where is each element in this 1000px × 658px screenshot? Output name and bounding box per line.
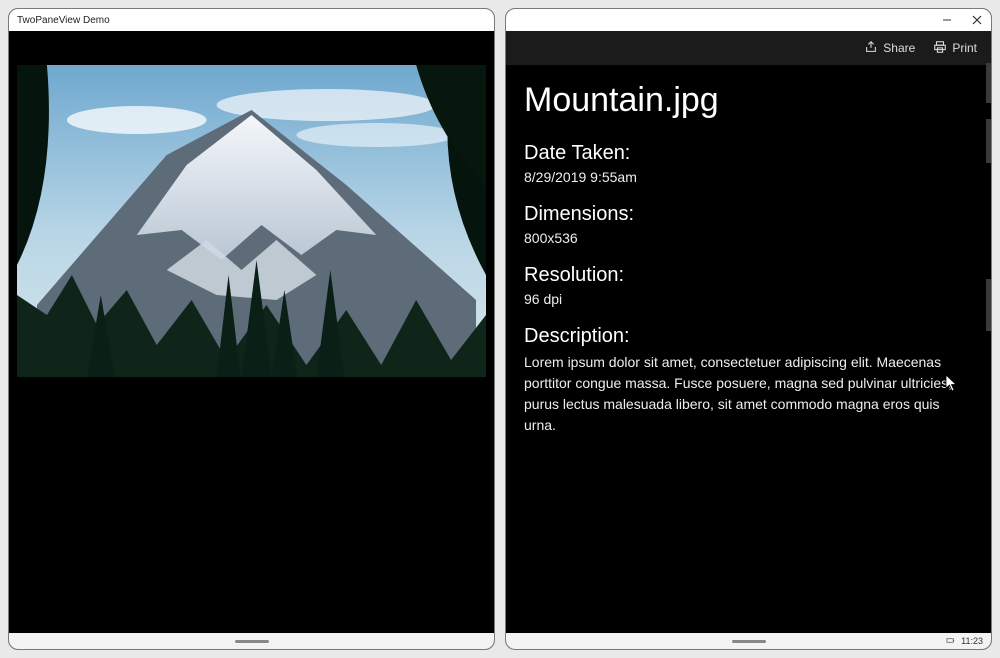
edge-hint-icon bbox=[986, 63, 991, 103]
print-button[interactable]: Print bbox=[933, 40, 977, 57]
share-icon bbox=[864, 40, 878, 57]
description-value: Lorem ipsum dolor sit amet, consectetuer… bbox=[524, 352, 973, 436]
print-label: Print bbox=[952, 41, 977, 55]
right-pane: Share Print Mountain.jpg Date Taken: 8/2… bbox=[505, 8, 992, 650]
print-icon bbox=[933, 40, 947, 57]
left-pane: TwoPaneView Demo bbox=[8, 8, 495, 650]
dimensions-label: Dimensions: bbox=[524, 203, 973, 226]
dimensions-value: 800x536 bbox=[524, 230, 973, 246]
edge-hint-icon bbox=[986, 279, 991, 331]
close-button[interactable] bbox=[971, 14, 983, 26]
description-label: Description: bbox=[524, 325, 973, 348]
meta-description: Description: Lorem ipsum dolor sit amet,… bbox=[524, 325, 973, 436]
left-titlebar: TwoPaneView Demo bbox=[9, 9, 494, 31]
window-title: TwoPaneView Demo bbox=[17, 15, 110, 26]
taskbar-clock: 11:23 bbox=[946, 636, 983, 647]
minimize-button[interactable] bbox=[941, 14, 953, 26]
right-titlebar bbox=[506, 9, 991, 31]
meta-date-taken: Date Taken: 8/29/2019 9:55am bbox=[524, 142, 973, 185]
clock-text: 11:23 bbox=[961, 636, 983, 646]
right-taskbar: 11:23 bbox=[506, 633, 991, 649]
file-name-heading: Mountain.jpg bbox=[524, 81, 973, 120]
taskbar-handle-icon bbox=[235, 640, 269, 643]
meta-resolution: Resolution: 96 dpi bbox=[524, 264, 973, 307]
left-taskbar bbox=[9, 633, 494, 649]
edge-hint-icon bbox=[986, 119, 991, 163]
resolution-label: Resolution: bbox=[524, 264, 973, 287]
meta-dimensions: Dimensions: 800x536 bbox=[524, 203, 973, 246]
date-taken-value: 8/29/2019 9:55am bbox=[524, 169, 973, 185]
left-pane-body bbox=[9, 31, 494, 633]
photo-preview bbox=[17, 65, 486, 377]
share-button[interactable]: Share bbox=[864, 40, 915, 57]
date-taken-label: Date Taken: bbox=[524, 142, 973, 165]
resolution-value: 96 dpi bbox=[524, 291, 973, 307]
taskbar-handle-icon bbox=[732, 640, 766, 643]
command-bar: Share Print bbox=[506, 31, 991, 65]
dual-pane-device: TwoPaneView Demo bbox=[0, 0, 1000, 658]
detail-panel: Mountain.jpg Date Taken: 8/29/2019 9:55a… bbox=[506, 65, 991, 633]
battery-icon bbox=[946, 636, 955, 647]
share-label: Share bbox=[883, 41, 915, 55]
